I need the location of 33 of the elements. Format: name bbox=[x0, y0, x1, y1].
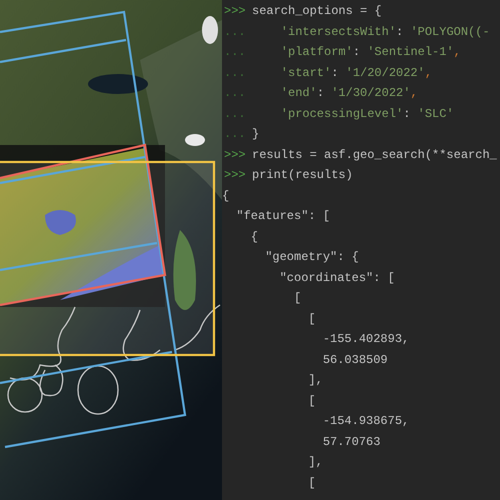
output-line: 57.70763 bbox=[322, 434, 380, 450]
code-line: 'end': '1/30/2022', bbox=[280, 85, 418, 102]
output-line: [ bbox=[307, 474, 316, 492]
code-line: 'platform': 'Sentinel-1', bbox=[280, 44, 461, 61]
prompt-marker: >>> bbox=[223, 167, 247, 184]
prompt-marker: ... bbox=[223, 24, 247, 40]
prompt-marker: >>> bbox=[223, 146, 247, 164]
output-line: [ bbox=[293, 290, 302, 307]
output-line: [ bbox=[307, 310, 316, 328]
code-line: search_options = { bbox=[252, 3, 382, 20]
output-line: ], bbox=[307, 454, 323, 471]
code-line: } bbox=[252, 126, 260, 143]
code-line: 'processingLevel': 'SLC' bbox=[280, 106, 454, 122]
output-line: -154.938675, bbox=[322, 413, 410, 430]
output-line: "features": [ bbox=[235, 208, 330, 225]
output-line: -155.402893, bbox=[322, 331, 410, 348]
output-line: [ bbox=[307, 392, 316, 410]
output-line: "geometry": { bbox=[264, 249, 359, 266]
output-line: { bbox=[222, 188, 230, 204]
code-line: results = asf.geo_search(**search_ bbox=[252, 146, 497, 164]
output-line: 56.038509 bbox=[322, 352, 388, 368]
code-line: 'start': '1/20/2022', bbox=[280, 64, 432, 82]
output-line: "coordinates": [ bbox=[278, 270, 395, 286]
output-line: ], bbox=[307, 372, 323, 389]
prompt-marker: >>> bbox=[223, 3, 247, 20]
prompt-marker: ... bbox=[223, 44, 247, 61]
prompt-marker: ... bbox=[223, 64, 247, 82]
output-line: { bbox=[250, 228, 258, 246]
code-line: 'intersectsWith': 'POLYGON((- bbox=[280, 24, 490, 40]
code-line: print(results) bbox=[252, 167, 353, 184]
prompt-marker: ... bbox=[223, 106, 247, 122]
prompt-marker: ... bbox=[223, 126, 247, 143]
prompt-marker: ... bbox=[223, 85, 247, 102]
